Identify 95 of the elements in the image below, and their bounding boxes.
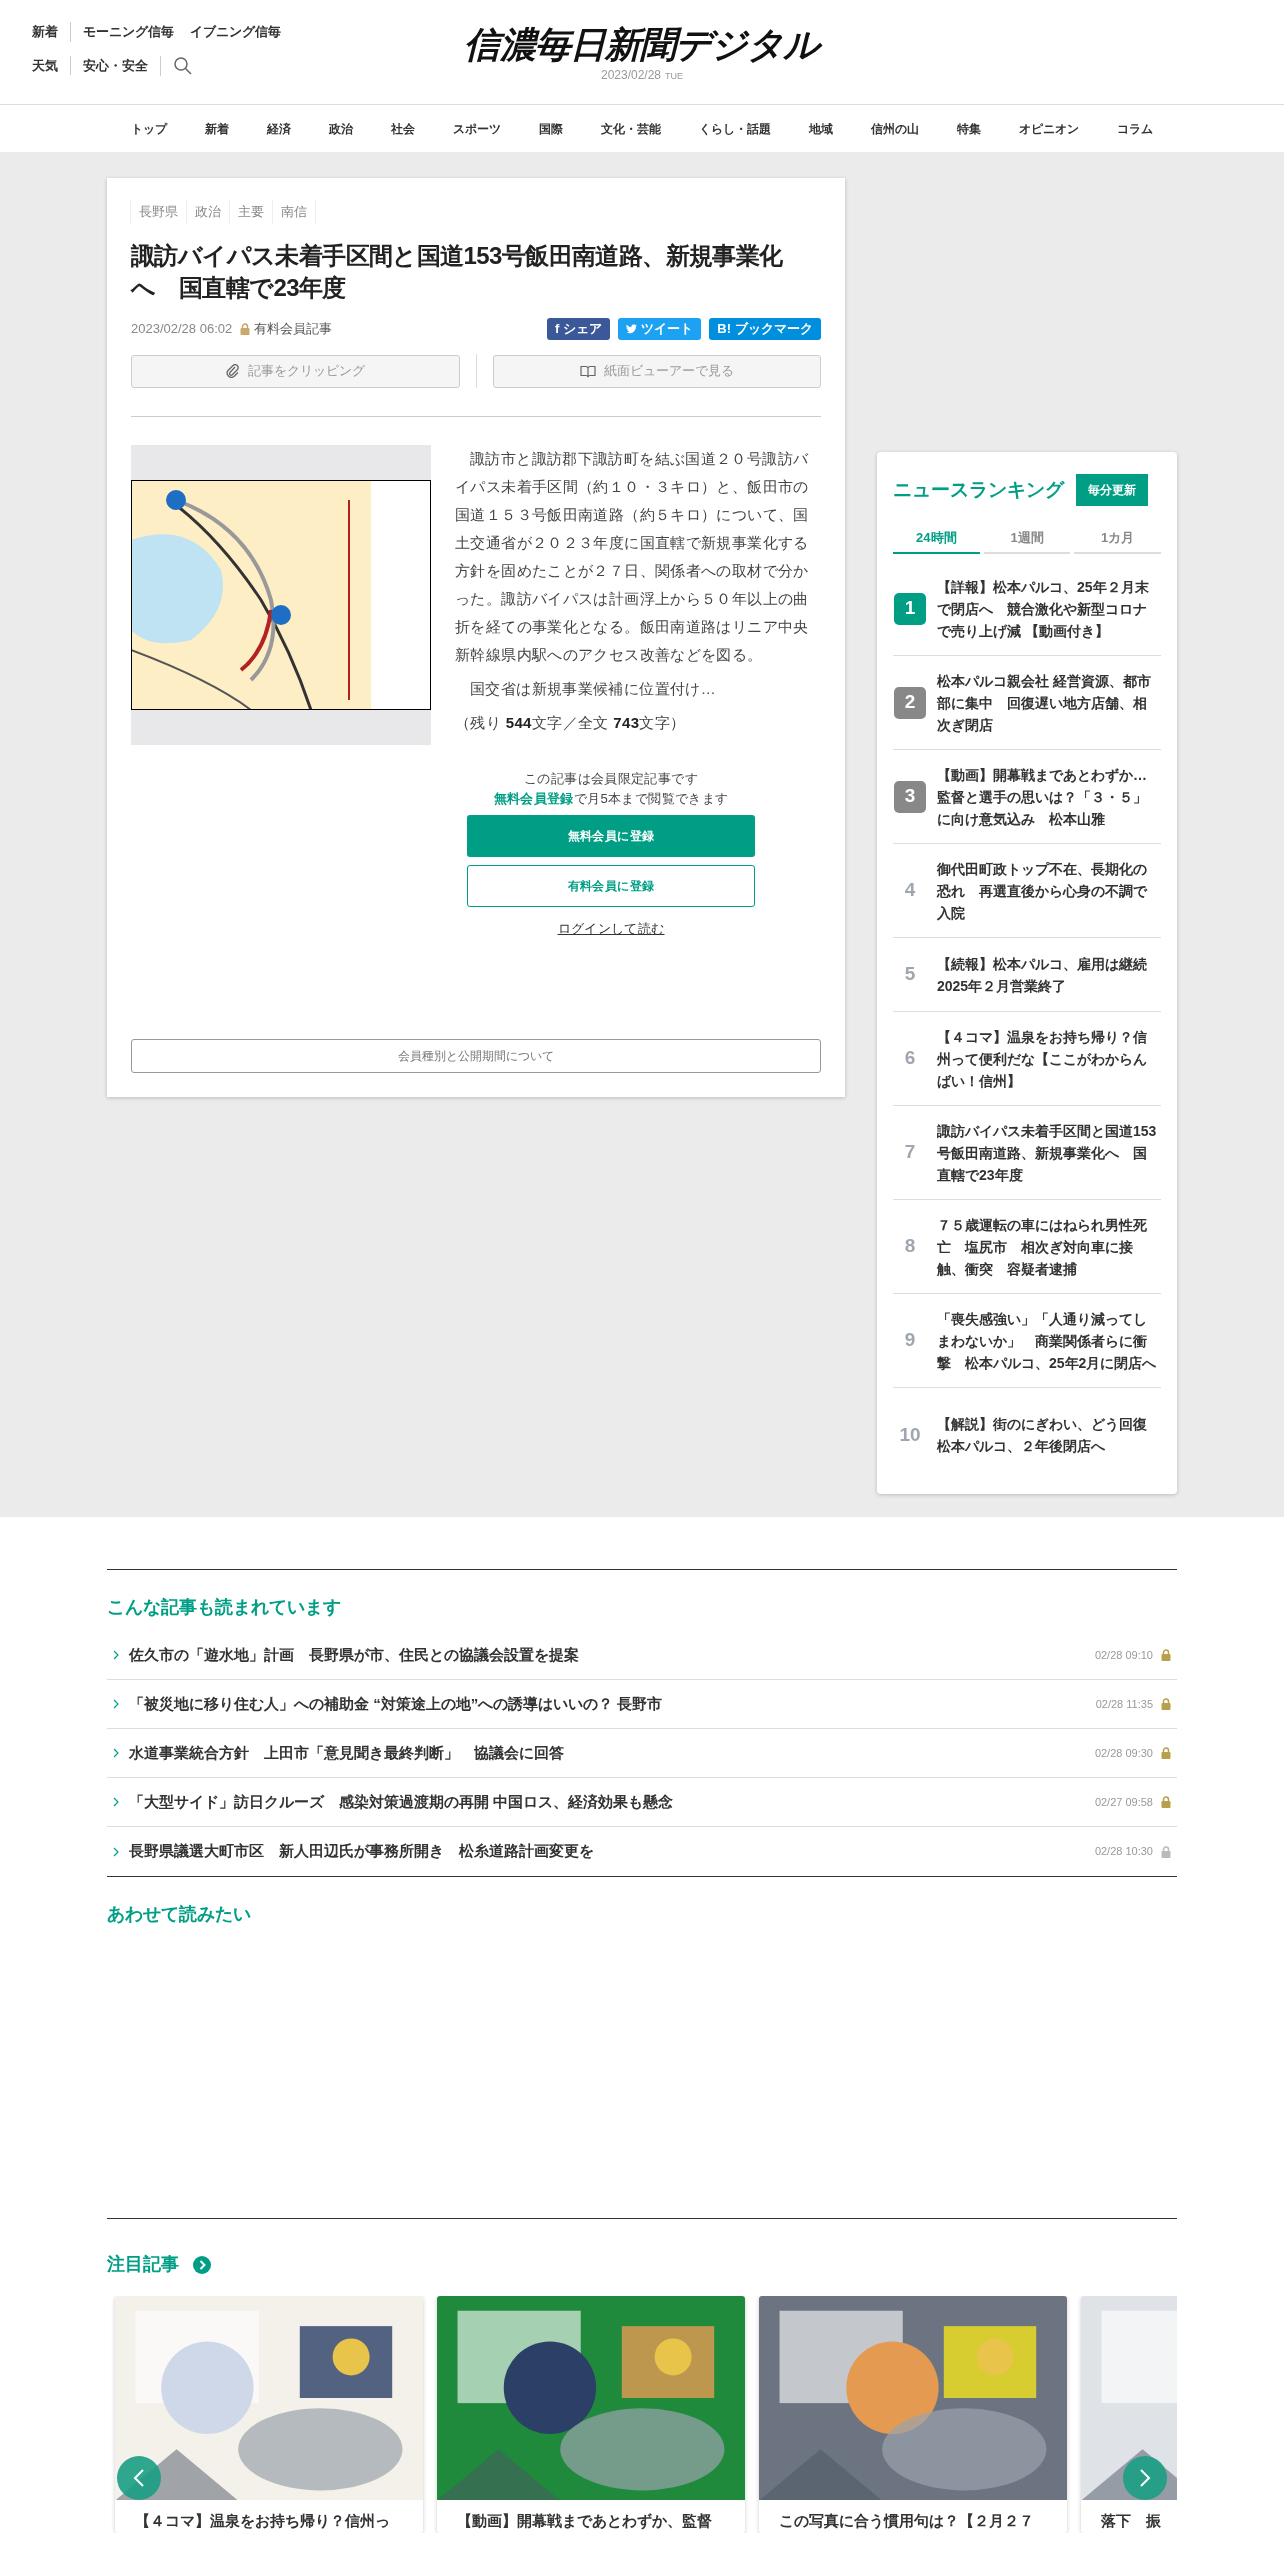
chevron-icon: [113, 1650, 119, 1660]
paywall-note: この記事は会員限定記事です: [524, 770, 698, 788]
header-link[interactable]: モーニング信毎: [83, 22, 174, 42]
tag-link[interactable]: 南信: [272, 200, 316, 224]
ranking-article-link[interactable]: ７５歳運転の車にはねられ男性死亡 塩尻市 相次ぎ対向車に接触、衝突 容疑者逮捕: [937, 1213, 1159, 1280]
tag-link[interactable]: 長野県: [130, 200, 187, 224]
date-text: 2023/02/28: [600, 67, 661, 84]
ranking-title: ニュースランキング: [893, 477, 1064, 502]
ranking-article-link[interactable]: 「喪失感強い」「人通り減ってしまわないか」 商業関係者らに衝撃 松本パルコ、25年2月に閉店へ: [937, 1307, 1159, 1374]
rank-number: 10: [899, 1422, 921, 1447]
ranking-tab[interactable]: 1カ月: [1074, 524, 1161, 554]
chevron-right-icon: [1139, 2468, 1151, 2488]
article-time: 02/28 11:35: [1095, 1696, 1153, 1712]
membership-info-button[interactable]: 会員種別と公開期間について: [131, 1039, 821, 1073]
login-link[interactable]: ログインして読む: [557, 915, 665, 943]
rank-number: 6: [904, 1046, 916, 1071]
paperclip-icon: [225, 364, 240, 378]
featured-card[interactable]: 【動画】開幕戦まであとわずか、監督: [437, 2296, 745, 2533]
nav-link[interactable]: 信州の山: [871, 119, 919, 138]
chevron-circle-icon[interactable]: [193, 2255, 211, 2274]
article-paragraph: 諏訪市と諏訪郡下諏訪町を結ぶ国道２０号諏訪バイパス未着手区間（約１０・３キロ）と、飯田市の国道１５３号飯田南道路（約５キロ）について、国土交通省が２０２３年度に国直轄で新規事業化する方針を固めたことが２７日、関係者への取材で分かった。諏訪バイパスは計画浮上から５０年以上の曲折を経ての事業化となる。飯田南道路はリニア中央新幹線県内駅へのアクセス改善などを図る。: [455, 449, 810, 665]
bird-icon: [626, 324, 638, 334]
article-link[interactable]: 佐久市の「遊水地」計画 長野県が市、住民との協議会設置を提案: [129, 1643, 1095, 1667]
remaining-count: （残り 544文字／全文 743文字）: [455, 713, 687, 733]
ranking-article-link[interactable]: 【続報】松本パルコ、雇用は継続 2025年２月営業終了: [937, 952, 1159, 997]
nav-link[interactable]: 経済: [267, 119, 291, 138]
ranking-article-link[interactable]: 【解説】街のにぎわい、どう回復松本パルコ、２年後閉店へ: [937, 1413, 1159, 1457]
chevron-icon: [113, 1748, 119, 1758]
card-title: 【４コマ】温泉をお持ち帰り？信州っ: [134, 2511, 391, 2531]
nav-link[interactable]: 文化・芸能: [601, 119, 661, 138]
section-title: あわせて読みたい: [107, 1903, 252, 1926]
rank-number: 4: [904, 878, 916, 903]
section-title: こんな記事も読まれています: [107, 1596, 342, 1619]
nav-link[interactable]: 政治: [329, 119, 353, 138]
rank-badge: 2: [894, 686, 926, 719]
book-icon: [579, 364, 596, 378]
paywall-note: 無料会員登録で月5本まで閲覧できます: [493, 790, 729, 808]
lock-icon: [240, 323, 251, 335]
ranking-article-link[interactable]: 御代田町政トップ不在、長期化の恐れ 再選直後から心身の不調で入院: [937, 857, 1159, 924]
share-button[interactable]: f シェア: [546, 318, 611, 340]
update-badge: 毎分更新: [1076, 474, 1148, 506]
article-time: 02/27 09:58: [1094, 1794, 1153, 1810]
header-link[interactable]: イブニング信毎: [190, 22, 281, 42]
ranking-article-link[interactable]: 【詳報】松本パルコ、25年２月末で閉店へ 競合激化や新型コロナで売り上げ減 【動画付き】: [937, 575, 1159, 642]
nav-link[interactable]: 社会: [391, 119, 415, 138]
header-link[interactable]: 安心・安全: [83, 55, 148, 76]
ranking-article-link[interactable]: 【４コマ】温泉をお持ち帰り？信州って便利だな【ここがわからんばい！信州】: [937, 1025, 1159, 1092]
ranking-tab[interactable]: 1週間: [983, 524, 1071, 554]
weekday-text: TUE: [665, 70, 683, 83]
nav-link[interactable]: 地域: [809, 119, 833, 138]
ranking-article-link[interactable]: 【動画】開幕戦まであとわずか…監督と選手の思いは？「３・５」に向け意気込み 松本山雅: [937, 763, 1159, 830]
article-link[interactable]: 「被災地に移り住む人」への補助金 “対策途上の地”への誘導はいいの？ 長野市: [129, 1692, 1096, 1716]
article-date: 2023/02/28 06:02: [131, 320, 233, 339]
nav-link[interactable]: コラム: [1117, 119, 1153, 138]
article-paragraph: 国交省は新規事業候補に位置付け…: [469, 679, 717, 699]
article-time: 02/28 09:10: [1094, 1647, 1153, 1663]
ranking-article-link[interactable]: 諏訪バイパス未着手区間と国道153号飯田南道路、新規事業化へ 国直轄で23年度: [937, 1119, 1159, 1186]
rank-badge: 1: [894, 592, 926, 625]
chevron-left-icon: [133, 2468, 145, 2488]
card-title: この写真に合う慣用句は？【２月２７: [778, 2511, 1035, 2531]
featured-card[interactable]: この写真に合う慣用句は？【２月２７: [759, 2296, 1067, 2533]
article-link[interactable]: 「大型サイド」訪日クルーズ 感染対策過渡期の再開 中国ロス、経済効果も懸念: [129, 1790, 1095, 1814]
card-title: 【動画】開幕戦まであとわずか、監督: [456, 2511, 713, 2532]
rank-number: 5: [904, 962, 916, 987]
tag-link[interactable]: 政治: [186, 200, 230, 224]
member-label: 有料会員記事: [254, 320, 333, 339]
article-time: 02/28 10:30: [1094, 1844, 1153, 1860]
article-title: 諏訪バイパス未着手区間と国道153号飯田南道路、新規事業化へ 国直轄で23年度: [131, 241, 784, 303]
rank-number: 7: [904, 1140, 916, 1165]
share-button[interactable]: B! ブックマーク: [709, 318, 821, 340]
article-link[interactable]: 長野県議選大町市区 新人田辺氏が事務所開き 松糸道路計画変更を: [129, 1840, 1095, 1863]
header-link[interactable]: 天気: [32, 55, 58, 76]
section-title: 注目記事: [107, 2253, 179, 2276]
chevron-icon: [113, 1797, 119, 1807]
nav-link[interactable]: スポーツ: [453, 119, 501, 138]
featured-card[interactable]: 落下 振: [1081, 2296, 1177, 2533]
chevron-icon: [113, 1699, 119, 1709]
nav-link[interactable]: オピニオン: [1019, 119, 1079, 138]
nav-link[interactable]: 特集: [957, 119, 981, 138]
card-title: 落下 振: [1100, 2511, 1162, 2531]
tag-link[interactable]: 主要: [229, 200, 273, 224]
article-link[interactable]: 水道事業統合方針 上田市「意見聞き最終判断」 協議会に回答: [129, 1741, 1095, 1765]
rank-number: 8: [904, 1234, 916, 1259]
header-link[interactable]: 新着: [32, 22, 58, 42]
rank-badge: 3: [894, 780, 926, 813]
ranking-article-link[interactable]: 松本パルコ親会社 経営資源、都市部に集中 回復遅い地方店舗、相次ぎ閉店: [937, 669, 1159, 736]
nav-link[interactable]: トップ: [131, 119, 167, 138]
chevron-icon: [113, 1846, 119, 1857]
nav-link[interactable]: 新着: [205, 119, 229, 138]
search-icon[interactable]: [173, 55, 193, 76]
article-time: 02/28 09:30: [1094, 1745, 1153, 1761]
featured-card[interactable]: 【４コマ】温泉をお持ち帰り？信州っ: [115, 2296, 423, 2533]
nav-link[interactable]: 国際: [539, 119, 563, 138]
nav-link[interactable]: くらし・話題: [699, 119, 771, 138]
rank-number: 9: [904, 1328, 916, 1353]
